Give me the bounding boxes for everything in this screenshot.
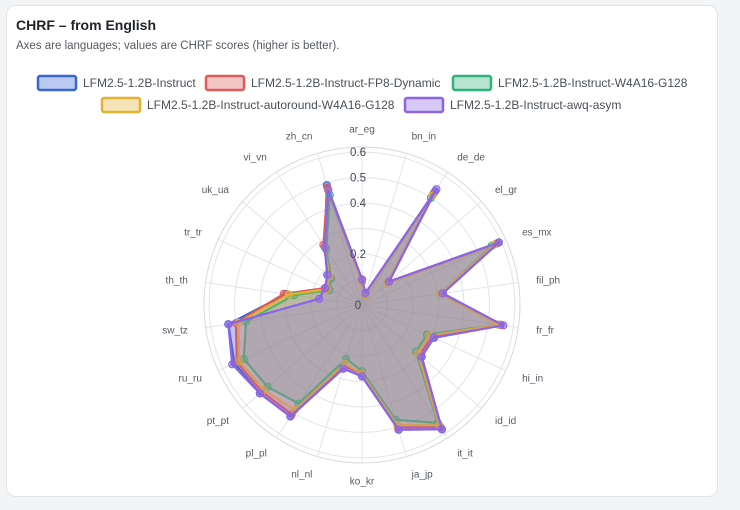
axis-label-th_th: th_th [166, 276, 188, 287]
axis-label-fr_fr: fr_fr [536, 326, 554, 337]
series-point [429, 333, 438, 342]
radial-tick-label: 0.4 [350, 198, 367, 210]
legend-label: LFM2.5-1.2B-Instruct-FP8-Dynamic [251, 76, 440, 90]
legend-label: LFM2.5-1.2B-Instruct-awq-asym [450, 98, 621, 112]
axis-label-uk_ua: uk_ua [202, 185, 230, 196]
series-point [357, 275, 367, 284]
legend: LFM2.5-1.2B-Instruct LFM2.5-1.2B-Instruct… [36, 74, 688, 114]
series-point [499, 321, 508, 330]
legend-swatch [403, 96, 445, 114]
axis-label-de_de: de_de [457, 152, 485, 163]
radial-tick-label: 0.5 [350, 173, 366, 185]
axis-label-tr_tr: tr_tr [184, 227, 202, 238]
series-point [494, 238, 503, 247]
radial-tick-label: 0.2 [350, 249, 366, 261]
radar-chart: LFM2.5-1.2B-Instruct LFM2.5-1.2B-Instruct… [36, 74, 688, 488]
legend-swatch [36, 74, 78, 92]
legend-swatch [451, 74, 493, 92]
series-point [224, 320, 233, 329]
axis-label-vi_vn: vi_vn [243, 152, 266, 163]
series-point [315, 294, 324, 303]
axis-label-pl_pl: pl_pl [246, 449, 267, 460]
legend-item-0[interactable]: LFM2.5-1.2B-Instruct [36, 74, 196, 92]
series-point [394, 425, 403, 434]
axis-label-pt_pt: pt_pt [207, 416, 229, 427]
axis-label-fil_ph: fil_ph [536, 276, 560, 287]
axis-label-zh_cn: zh_cn [286, 132, 313, 143]
legend-label: LFM2.5-1.2B-Instruct-W4A16-G128 [498, 76, 688, 90]
legend-swatch [100, 96, 142, 114]
axis-label-it_it: it_it [457, 449, 473, 460]
series-point [417, 352, 426, 361]
series-point [384, 277, 394, 286]
radial-tick-label: 0 [355, 300, 361, 312]
legend-item-2[interactable]: LFM2.5-1.2B-Instruct-W4A16-G128 [451, 74, 688, 92]
radial-tick-label: 0.6 [350, 147, 366, 159]
axis-label-el_gr: el_gr [495, 185, 518, 196]
series-point [286, 412, 295, 421]
series-point [284, 290, 293, 299]
legend-swatch [204, 74, 246, 92]
legend-item-1[interactable]: LFM2.5-1.2B-Instruct-FP8-Dynamic [204, 74, 440, 92]
axis-label-ar_eg: ar_eg [349, 125, 375, 136]
legend-item-4[interactable]: LFM2.5-1.2B-Instruct-awq-asym [403, 96, 621, 114]
series-point [357, 372, 367, 381]
legend-item-3[interactable]: LFM2.5-1.2B-Instruct-autoround-W4A16-G12… [100, 96, 395, 114]
axis-label-id_id: id_id [495, 416, 516, 427]
axis-label-ko_kr: ko_kr [350, 477, 375, 488]
series-point [320, 284, 329, 293]
series-point [320, 243, 329, 252]
legend-label: LFM2.5-1.2B-Instruct-autoround-W4A16-G12… [147, 98, 395, 112]
axis-label-sw_tz: sw_tz [162, 326, 188, 337]
series-point [438, 289, 447, 298]
series-point [339, 364, 348, 373]
series-point [255, 389, 264, 398]
series-point [361, 288, 370, 297]
legend-label: LFM2.5-1.2B-Instruct [83, 76, 196, 90]
series-point [432, 185, 441, 194]
axis-label-ja_jp: ja_jp [411, 469, 434, 480]
axis-label-bn_in: bn_in [412, 132, 436, 143]
axis-label-nl_nl: nl_nl [291, 469, 312, 480]
series-point [324, 186, 333, 195]
axis-label-ru_ru: ru_ru [179, 374, 202, 385]
axis-label-hi_in: hi_in [522, 374, 543, 385]
series-point [437, 425, 446, 434]
series-point [228, 360, 237, 369]
series-point [323, 270, 332, 280]
axis-label-es_mx: es_mx [522, 227, 551, 238]
